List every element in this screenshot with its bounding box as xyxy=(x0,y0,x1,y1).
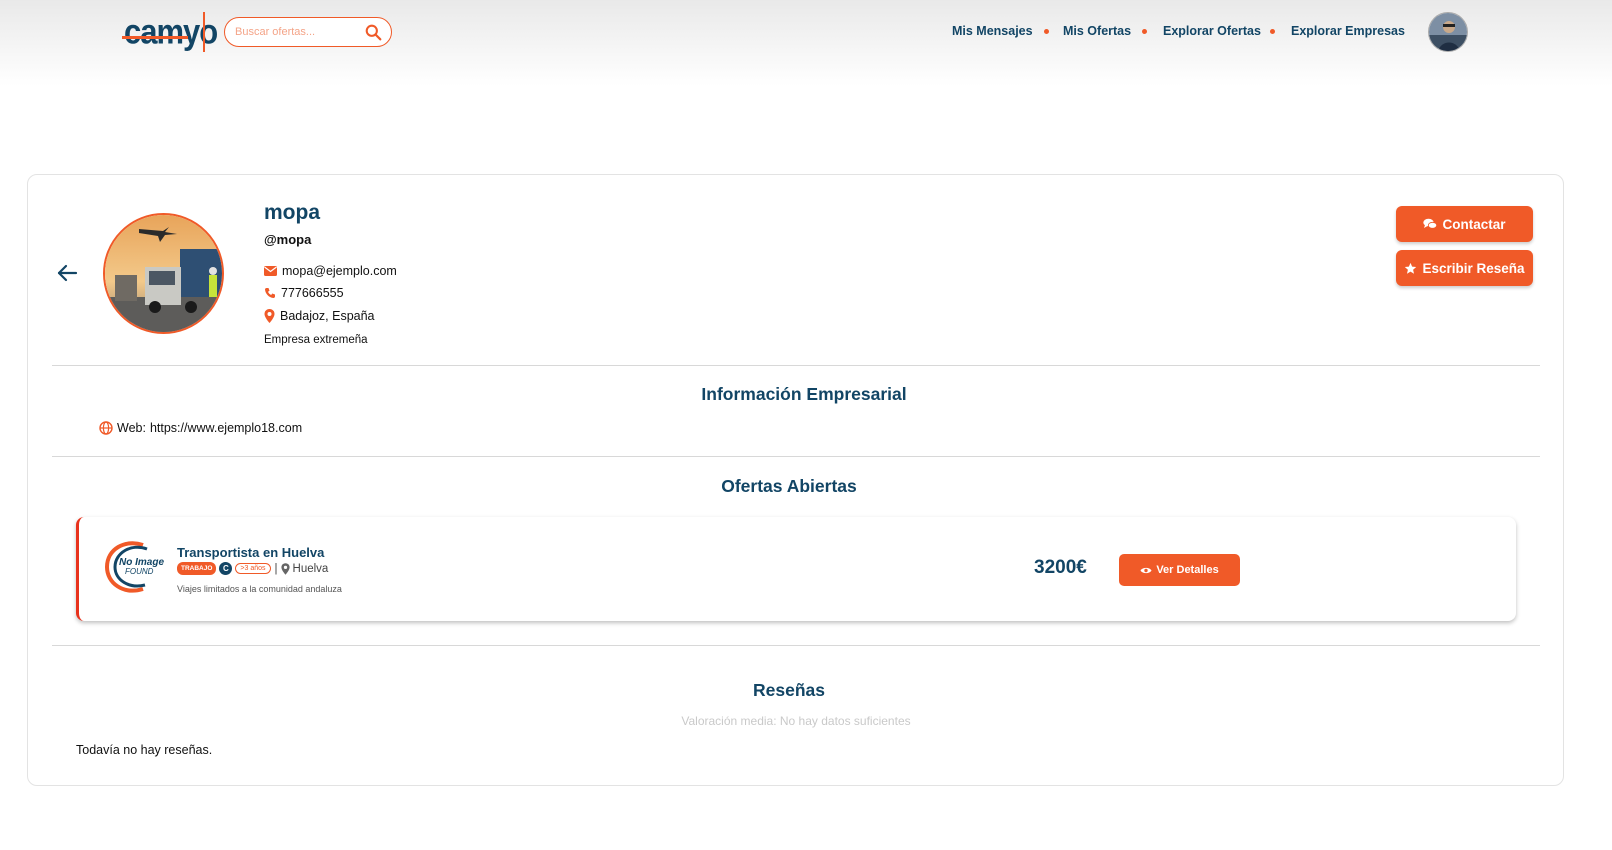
nav-separator-dot xyxy=(1142,29,1147,34)
top-navbar: camyo Mis Mensajes Mis Ofertas Explorar … xyxy=(0,0,1612,86)
user-avatar[interactable] xyxy=(1428,12,1468,52)
offer-description: Viajes limitados a la comunidad andaluza xyxy=(177,584,342,594)
globe-icon xyxy=(99,421,113,435)
placeholder-line-2: FOUND xyxy=(125,567,154,576)
section-divider xyxy=(52,365,1540,366)
average-rating-text: Valoración media: No hay datos suficient… xyxy=(681,714,911,728)
chat-bubbles-icon xyxy=(1423,218,1438,229)
eye-icon xyxy=(1140,567,1152,573)
job-type-badge: TRABAJO xyxy=(177,562,217,575)
search-icon[interactable] xyxy=(365,24,382,41)
website-row: Web: https://www.ejemplo18.com xyxy=(99,421,302,435)
open-offers-title: Ofertas Abiertas xyxy=(721,476,857,496)
avatar-image xyxy=(1429,13,1467,51)
envelope-icon xyxy=(264,266,277,276)
nav-mis-ofertas[interactable]: Mis Ofertas xyxy=(1063,24,1131,38)
license-badge: C xyxy=(219,562,233,575)
view-details-label: Ver Detalles xyxy=(1156,564,1219,576)
phone-icon xyxy=(265,288,275,298)
no-reviews-message: Todavía no hay reseñas. xyxy=(76,743,213,757)
phone-row: 777666555 xyxy=(264,286,344,300)
search-input[interactable] xyxy=(235,23,365,41)
badge-separator: | xyxy=(274,562,278,575)
nav-explorar-ofertas[interactable]: Explorar Ofertas xyxy=(1163,24,1261,38)
logo-strike xyxy=(122,36,188,39)
write-review-button-label: Escribir Reseña xyxy=(1422,260,1525,276)
nav-explorar-empresas[interactable]: Explorar Empresas xyxy=(1291,24,1405,38)
nav-separator-dot xyxy=(1044,29,1049,34)
company-description: Empresa extremeña xyxy=(264,334,368,346)
camyo-logo[interactable]: camyo xyxy=(122,11,218,52)
no-image-placeholder-logo: No Image FOUND xyxy=(104,541,164,593)
offer-price: 3200€ xyxy=(1034,557,1087,578)
nav-separator-dot xyxy=(1270,29,1275,34)
email-row: mopa@ejemplo.com xyxy=(264,264,397,278)
nav-mis-mensajes[interactable]: Mis Mensajes xyxy=(952,24,1033,38)
offer-title[interactable]: Transportista en Huelva xyxy=(177,545,324,560)
logo-separator xyxy=(203,12,205,52)
write-review-button[interactable]: Escribir Reseña xyxy=(1396,250,1533,286)
view-details-button[interactable]: Ver Detalles xyxy=(1119,554,1240,586)
offer-card[interactable]: No Image FOUND Transportista en Huelva T… xyxy=(76,517,1516,621)
website-label: Web: xyxy=(117,421,146,435)
reviews-title: Reseñas xyxy=(753,680,825,700)
location-row: Badajoz, España xyxy=(264,309,375,323)
map-pin-icon xyxy=(280,562,290,575)
back-arrow-icon[interactable] xyxy=(56,263,78,283)
section-divider xyxy=(52,456,1540,457)
contact-button-label: Contactar xyxy=(1442,216,1506,232)
offer-location: Huelva xyxy=(292,562,329,575)
company-profile-image xyxy=(103,213,224,334)
map-pin-icon xyxy=(264,309,275,323)
experience-badge: >3 años xyxy=(235,563,271,574)
company-name: mopa xyxy=(264,201,321,224)
website-link[interactable]: https://www.ejemplo18.com xyxy=(150,421,302,435)
company-handle: @mopa xyxy=(264,232,312,247)
business-info-title: Información Empresarial xyxy=(701,384,907,404)
offer-badges: TRABAJO C >3 años | Huelva xyxy=(177,562,328,575)
company-email: mopa@ejemplo.com xyxy=(282,264,397,278)
contact-button[interactable]: Contactar xyxy=(1396,206,1533,242)
section-divider xyxy=(52,645,1540,646)
star-icon xyxy=(1405,262,1417,274)
search-box[interactable] xyxy=(224,17,392,47)
company-phone: 777666555 xyxy=(281,286,344,300)
company-location: Badajoz, España xyxy=(280,309,375,323)
